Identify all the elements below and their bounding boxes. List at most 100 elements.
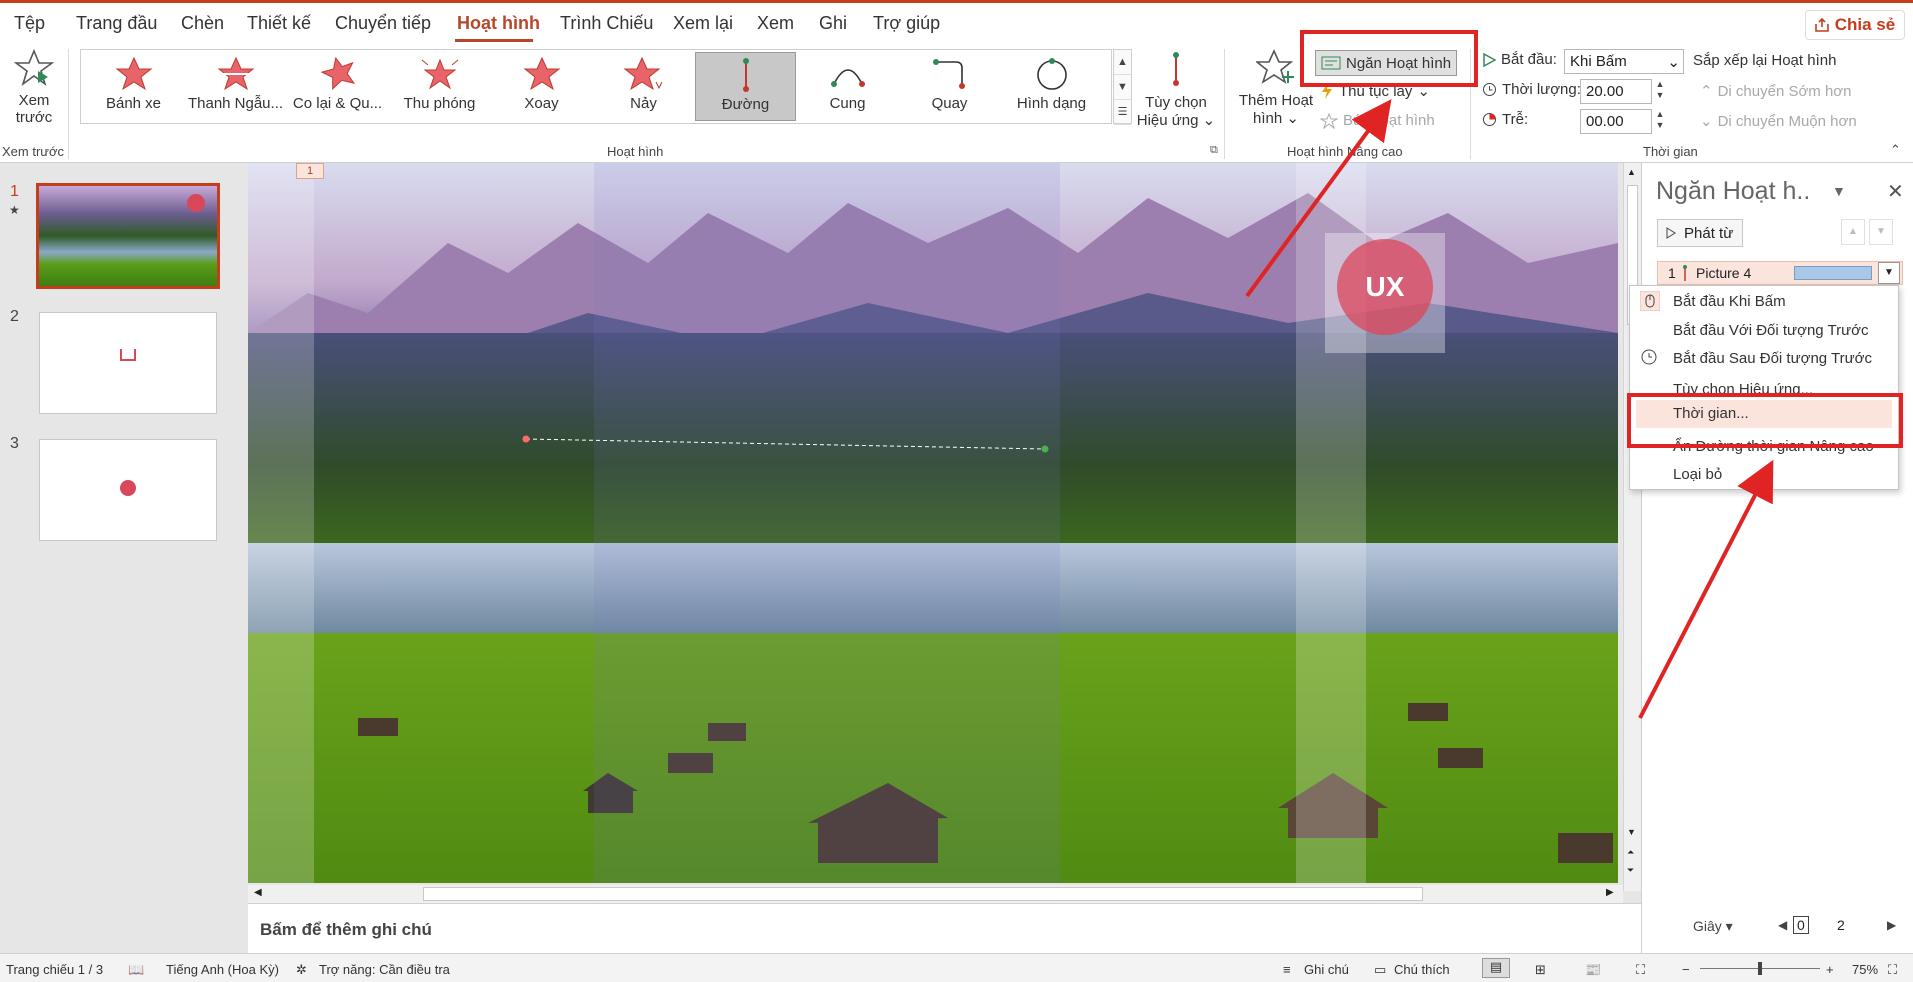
collapse-ribbon-icon[interactable]: ⌃: [1890, 142, 1901, 158]
tab-review[interactable]: Xem lại: [673, 13, 733, 34]
wheel-star-icon: [115, 56, 152, 91]
duration-input[interactable]: 20.00: [1580, 79, 1652, 104]
tab-view[interactable]: Xem: [757, 13, 794, 34]
zoom-slider[interactable]: [1700, 962, 1820, 975]
accessibility-status[interactable]: Trợ năng: Cần điều tra: [319, 962, 450, 977]
animation-dialog-launcher-icon[interactable]: ⧉: [1210, 144, 1218, 157]
pane-options-arrow-icon[interactable]: ▼: [1832, 183, 1846, 199]
gallery-item-turns[interactable]: Quay: [899, 52, 1000, 121]
menu-start-on-click[interactable]: Bắt đầu Khi Bấm: [1673, 293, 1786, 310]
scroll-left-arrow-icon[interactable]: ◀: [254, 887, 262, 898]
notes-pane[interactable]: Bấm để thêm ghi chú: [248, 903, 1641, 953]
slide-horizontal-scrollbar[interactable]: ◀ ▶: [248, 885, 1623, 903]
previous-slide-icon[interactable]: ⏶: [1627, 847, 1634, 858]
delay-clock-icon: [1483, 113, 1496, 126]
gallery-down-arrow-icon[interactable]: ▼: [1114, 75, 1131, 100]
delay-input[interactable]: 00.00: [1580, 109, 1652, 134]
seconds-unit-dropdown[interactable]: Giây ▾: [1693, 918, 1733, 935]
reorder-title: Sắp xếp lại Hoạt hình: [1693, 52, 1837, 69]
notes-icon: ≡: [1283, 962, 1291, 977]
spell-check-icon[interactable]: 📖: [128, 962, 144, 978]
gallery-item-bounce[interactable]: Nảy: [593, 52, 694, 121]
gallery-item-random-bars[interactable]: Thanh Ngẫu...: [185, 52, 286, 121]
duration-spinner[interactable]: ▲ ▼: [1652, 79, 1668, 104]
slide-canvas[interactable]: UX: [248, 163, 1618, 883]
gallery-item-shapes[interactable]: Hình dạng: [1001, 52, 1102, 121]
tab-animations[interactable]: Hoạt hình: [457, 13, 540, 34]
slide-vertical-scrollbar[interactable]: ▲ ▼ ⏶ ⏷: [1623, 163, 1641, 891]
delay-spinner[interactable]: ▲ ▼: [1652, 109, 1668, 134]
tab-home[interactable]: Trang đầu: [76, 13, 157, 34]
start-select-value: Khi Bấm: [1570, 53, 1627, 70]
animation-item-dropdown-icon[interactable]: ▼: [1878, 262, 1900, 284]
tab-record[interactable]: Ghi: [819, 13, 847, 34]
zoom-level[interactable]: 75%: [1852, 962, 1878, 977]
tab-design[interactable]: Thiết kế: [247, 13, 311, 34]
animation-timeline-bar[interactable]: [1794, 266, 1872, 280]
duration-label-text: Thời lượng:: [1502, 81, 1581, 98]
language-indicator[interactable]: Tiếng Anh (Hoa Kỳ): [166, 962, 279, 977]
delay-label-text: Trễ:: [1502, 111, 1529, 128]
start-select-chevron-icon: ⌄: [1667, 54, 1680, 71]
gallery-item-zoom[interactable]: Thu phóng: [389, 52, 490, 121]
play-from-button[interactable]: Phát từ: [1657, 219, 1743, 247]
gallery-item-label: Quay: [931, 95, 968, 112]
zoom-in-icon[interactable]: +: [1826, 962, 1834, 977]
notes-toggle[interactable]: Ghi chú: [1304, 962, 1349, 977]
gallery-item-arcs[interactable]: Cung: [797, 52, 898, 121]
pane-move-up-icon[interactable]: ▲: [1841, 219, 1865, 245]
gallery-item-lines[interactable]: Đường: [695, 52, 796, 121]
slide-thumbnail-1[interactable]: [36, 183, 220, 289]
slide-thumbnail-2[interactable]: [39, 312, 217, 414]
zoom-out-icon[interactable]: −: [1682, 962, 1690, 977]
effect-options-button[interactable]: Tùy chọn Hiệu ứng ⌄: [1136, 49, 1216, 139]
start-select[interactable]: Khi Bấm ⌄: [1564, 49, 1684, 74]
start-label-text: Bắt đầu:: [1501, 51, 1557, 68]
scroll-down-arrow-icon[interactable]: ▼: [1627, 827, 1636, 837]
scroll-up-arrow-icon[interactable]: ▲: [1627, 167, 1636, 177]
zoom-slider-thumb[interactable]: [1758, 962, 1762, 975]
menu-start-with-previous[interactable]: Bắt đầu Với Đối tượng Trước: [1673, 322, 1869, 339]
tab-slideshow[interactable]: Trình Chiếu: [560, 13, 653, 34]
shrink-turn-star-icon: [320, 56, 355, 91]
pane-move-down-icon[interactable]: ▼: [1869, 219, 1893, 245]
timeline-right-icon[interactable]: ▶: [1887, 918, 1896, 932]
gallery-item-label: Hình dạng: [1016, 95, 1087, 112]
gallery-item-wheel[interactable]: Bánh xe: [83, 52, 184, 121]
scroll-right-arrow-icon[interactable]: ▶: [1606, 887, 1614, 898]
gallery-item-shrink-turn[interactable]: Co lại & Qu...: [287, 52, 388, 121]
reading-view-icon[interactable]: 📰: [1585, 962, 1601, 978]
animation-list-item[interactable]: 1 Picture 4 ▼: [1657, 261, 1903, 285]
normal-view-icon[interactable]: ▤: [1482, 958, 1510, 978]
timeline-left-icon[interactable]: ◀: [1778, 918, 1787, 932]
next-slide-icon[interactable]: ⏷: [1627, 865, 1634, 876]
duration-clock-icon: [1483, 83, 1496, 96]
tab-file[interactable]: Tệp: [14, 13, 45, 34]
pane-close-icon[interactable]: ✕: [1887, 179, 1904, 204]
fit-slide-icon[interactable]: ⛶: [1888, 962, 1897, 978]
slide-sorter-icon[interactable]: ⊞: [1535, 962, 1546, 978]
tab-insert[interactable]: Chèn: [181, 13, 224, 34]
slide-thumbnail-3[interactable]: [39, 439, 217, 541]
gallery-item-swivel[interactable]: Xoay: [491, 52, 592, 121]
ribbon: Xem trước Xem trước Bánh xe Thanh Ngẫu..…: [0, 43, 1913, 163]
gallery-scrollbar[interactable]: ▲ ▼ ☰: [1113, 49, 1132, 125]
gallery-item-label: Cung: [829, 95, 866, 112]
comments-toggle[interactable]: Chú thích: [1394, 962, 1450, 977]
gallery-more-icon[interactable]: ☰: [1114, 100, 1131, 125]
slideshow-view-icon[interactable]: ⛶: [1636, 962, 1645, 978]
tab-help[interactable]: Trợ giúp: [873, 13, 940, 34]
move-later-button[interactable]: ⌄ Di chuyển Muộn hơn: [1700, 112, 1857, 131]
start-on-click-mouse-icon: [1640, 291, 1660, 311]
gallery-up-arrow-icon[interactable]: ▲: [1114, 50, 1131, 75]
add-animation-label-1: Thêm Hoạt: [1238, 92, 1314, 109]
horizontal-scroll-thumb[interactable]: [423, 887, 1423, 901]
menu-start-after-previous[interactable]: Bắt đầu Sau Đối tượng Trước: [1673, 350, 1872, 367]
tab-transitions[interactable]: Chuyển tiếp: [335, 13, 431, 34]
preview-button[interactable]: Xem trước: [6, 48, 62, 139]
animation-painter-button[interactable]: Bút Hoạt hình: [1320, 112, 1435, 129]
share-button[interactable]: Chia sẻ: [1805, 10, 1905, 40]
thumbnail-number: 1: [10, 183, 19, 200]
move-earlier-button[interactable]: ⌃ Di chuyển Sớm hơn: [1700, 82, 1851, 101]
menu-remove[interactable]: Loại bỏ: [1673, 466, 1722, 483]
